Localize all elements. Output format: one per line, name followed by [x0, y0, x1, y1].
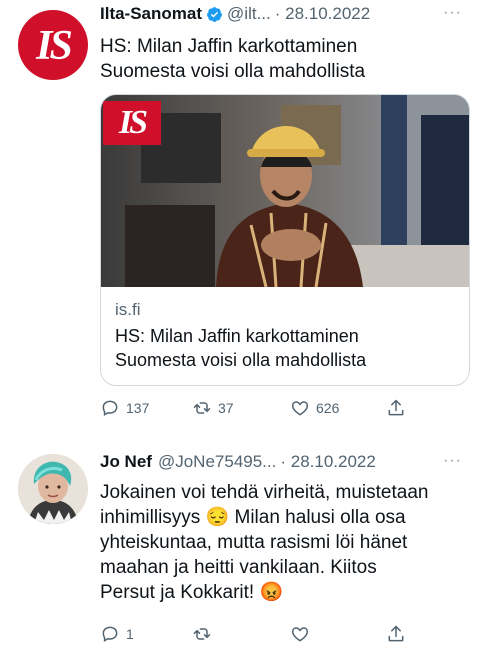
tweet-date[interactable]: · 28.10.2022 — [275, 4, 370, 24]
card-title: HS: Milan Jaffin karkottaminen Suomesta … — [115, 324, 455, 372]
retweet-button[interactable]: 37 — [192, 398, 234, 418]
more-icon[interactable]: ··· — [443, 4, 462, 22]
avatar[interactable]: IS — [18, 10, 88, 80]
reply-count: 137 — [126, 400, 150, 416]
tweet-actions: 137 37 626 — [100, 398, 410, 420]
card-image[interactable]: IS — [101, 95, 469, 287]
reply-button[interactable]: 137 — [100, 398, 149, 418]
reply-icon — [102, 400, 118, 416]
retweet-icon — [193, 628, 211, 640]
card-logo-badge: IS — [103, 101, 161, 145]
tweet-date[interactable]: · 28.10.2022 — [280, 452, 375, 472]
tweet-text-line: maahan ja heitti vankilaan. Kiitos — [100, 557, 377, 578]
tweet-jo-nef[interactable]: Jo Nef @JoNe75495... · 28.10.2022 ··· Jo… — [0, 440, 484, 650]
tweet-actions: 1 — [100, 624, 410, 646]
like-button[interactable]: 626 — [290, 398, 339, 418]
link-card[interactable]: IS is.fi HS: Milan Jaffin karkottaminen … — [100, 94, 470, 386]
tweet-text-line: yhteiskuntaa, mutta rasismi löi hänet — [100, 532, 408, 553]
card-title-line: Suomesta voisi olla mahdollista — [115, 350, 367, 370]
tweet-text-line: Persut ja Kokkarit! 😡 — [100, 582, 284, 603]
tweet-text-line: inhimillisyys 😔 Milan halusi olla osa — [100, 507, 406, 528]
retweet-button[interactable] — [192, 624, 218, 644]
card-badge-text: IS — [118, 104, 148, 141]
avatar[interactable] — [18, 454, 88, 524]
share-button[interactable] — [386, 624, 412, 644]
avatar-photo — [18, 454, 88, 524]
tweet-text-line: HS: Milan Jaffin karkottaminen — [100, 36, 358, 57]
tweet-ilta-sanomat[interactable]: IS Ilta-Sanomat @ilt... · 28.10.2022 ···… — [0, 0, 484, 440]
like-button[interactable] — [290, 624, 316, 644]
retweet-count: 37 — [218, 400, 234, 416]
author-name[interactable]: Ilta-Sanomat — [100, 4, 202, 24]
verified-badge-icon — [207, 6, 222, 22]
card-domain: is.fi — [115, 300, 141, 319]
author-handle[interactable]: @JoNe75495... — [158, 452, 276, 472]
avatar-logo-text: IS — [36, 23, 73, 69]
more-icon[interactable]: ··· — [443, 452, 462, 470]
reply-button[interactable]: 1 — [100, 624, 134, 644]
tweet-text: Jokainen voi tehdä virheitä, muistetaan … — [100, 480, 460, 605]
share-icon — [388, 399, 404, 416]
tweet-header: Ilta-Sanomat @ilt... · 28.10.2022 — [100, 4, 370, 24]
tweet-text-line: Jokainen voi tehdä virheitä, muistetaan — [100, 482, 429, 503]
like-count: 626 — [316, 400, 340, 416]
like-icon — [291, 627, 309, 642]
reply-count: 1 — [126, 626, 134, 642]
author-handle[interactable]: @ilt... — [227, 4, 271, 24]
tweet-text-line: Suomesta voisi olla mahdollista — [100, 61, 366, 82]
share-button[interactable] — [386, 398, 412, 418]
share-icon — [388, 625, 404, 642]
card-title-line: HS: Milan Jaffin karkottaminen — [115, 326, 359, 346]
tweet-text: HS: Milan Jaffin karkottaminen Suomesta … — [100, 34, 440, 84]
retweet-icon — [193, 402, 211, 414]
author-name[interactable]: Jo Nef — [100, 452, 152, 472]
reply-icon — [102, 626, 118, 642]
tweet-header: Jo Nef @JoNe75495... · 28.10.2022 — [100, 452, 376, 472]
like-icon — [291, 401, 309, 416]
